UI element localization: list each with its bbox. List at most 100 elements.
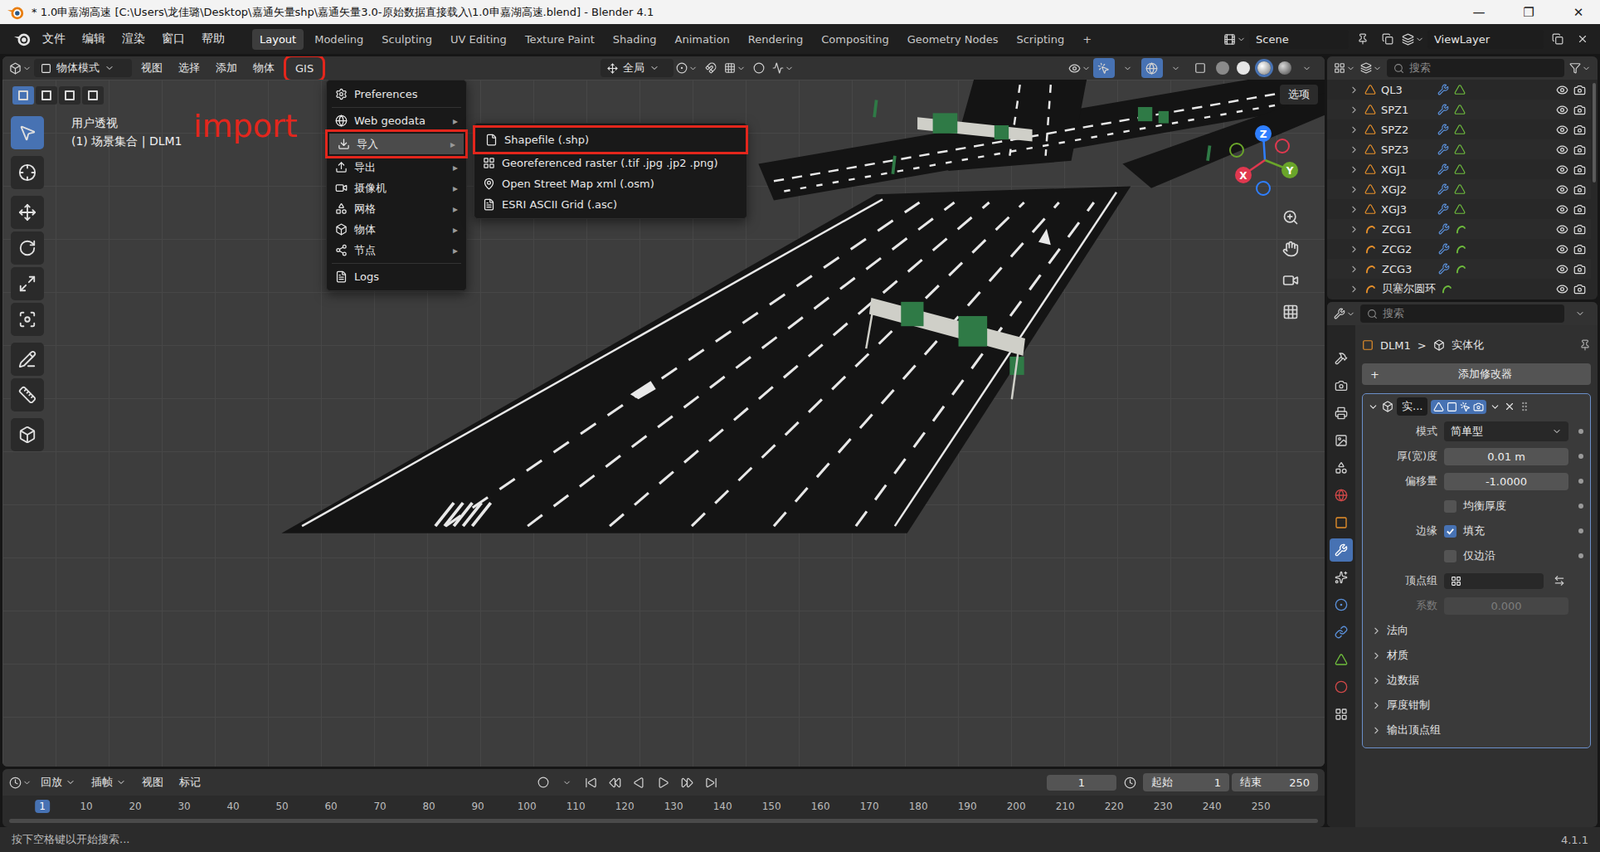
- view-layer-type[interactable]: [1401, 29, 1425, 49]
- current-frame-field[interactable]: 1: [1046, 774, 1117, 791]
- properties-tab[interactable]: [1329, 620, 1353, 644]
- viewport-menu[interactable]: 添加: [209, 58, 244, 78]
- properties-tab[interactable]: [1329, 346, 1353, 370]
- scene-field[interactable]: Scene: [1249, 29, 1349, 49]
- properties-tab[interactable]: [1329, 593, 1353, 617]
- material-shading[interactable]: [1257, 61, 1271, 75]
- copy-button[interactable]: [1546, 29, 1569, 49]
- menu-item[interactable]: 渲染: [114, 28, 153, 50]
- outliner-search[interactable]: 搜索: [1386, 58, 1565, 78]
- number-field[interactable]: 0.01 m: [1444, 447, 1569, 466]
- outliner-row[interactable]: XGJ3: [1327, 199, 1591, 219]
- overlay-options[interactable]: [1165, 58, 1187, 78]
- snap-target[interactable]: [724, 58, 746, 78]
- properties-tab[interactable]: [1329, 702, 1353, 726]
- gis-menu-item[interactable]: Logs: [326, 266, 467, 287]
- properties-tab[interactable]: [1329, 483, 1353, 507]
- solid-shading[interactable]: [1236, 61, 1250, 75]
- vertex-group-field[interactable]: [1444, 573, 1544, 589]
- filter-button[interactable]: [1569, 58, 1591, 78]
- import-menu-item[interactable]: Shapefile (.shp): [476, 129, 745, 151]
- editor-type[interactable]: [1333, 303, 1356, 324]
- xray-toggle[interactable]: [1189, 58, 1211, 78]
- window-control[interactable]: —: [1457, 0, 1501, 25]
- workspace-tab[interactable]: Sculpting: [374, 29, 440, 50]
- workspace-tab[interactable]: Animation: [667, 29, 738, 50]
- editor-type[interactable]: [1333, 58, 1356, 78]
- properties-tab[interactable]: [1329, 647, 1353, 672]
- checkbox[interactable]: 仅边沿: [1444, 548, 1569, 564]
- workspace-tab[interactable]: Modeling: [306, 29, 371, 50]
- gis-menu-item[interactable]: 导出▸: [326, 156, 467, 178]
- outliner-row[interactable]: 贝塞尔圆环: [1327, 278, 1591, 299]
- tool-button[interactable]: [10, 267, 44, 301]
- end-frame-field[interactable]: 结束250: [1231, 773, 1318, 792]
- start-frame-field[interactable]: 起始1: [1142, 773, 1230, 792]
- tool-button[interactable]: [10, 378, 44, 412]
- workspace-tab[interactable]: Texture Paint: [517, 29, 603, 50]
- timeline-scrollbar[interactable]: [9, 818, 1318, 823]
- window-control[interactable]: ✕: [1556, 0, 1600, 25]
- import-menu-item[interactable]: ESRI ASCII Grid (.asc): [474, 194, 747, 215]
- checkbox[interactable]: 填充: [1444, 523, 1569, 539]
- properties-tab[interactable]: [1329, 565, 1353, 589]
- select-mode[interactable]: [12, 86, 35, 105]
- gis-menu-item[interactable]: Web geodata▸: [326, 110, 467, 132]
- select-mode[interactable]: [35, 86, 58, 105]
- snap-toggle[interactable]: [700, 58, 722, 78]
- play[interactable]: [652, 772, 675, 793]
- menu-item[interactable]: 帮助: [194, 28, 233, 50]
- properties-tab[interactable]: [1329, 401, 1353, 425]
- collapsed-section[interactable]: 材质: [1362, 642, 1591, 668]
- rendered-shading[interactable]: [1278, 61, 1292, 75]
- keyframe-dot[interactable]: [1578, 478, 1584, 484]
- wireframe-shading[interactable]: [1215, 61, 1230, 75]
- keyframe-dot[interactable]: [1578, 428, 1584, 434]
- workspace-tab[interactable]: Layout: [252, 29, 304, 50]
- auto-key-toggle[interactable]: [532, 772, 555, 793]
- menu-item[interactable]: 编辑: [74, 28, 113, 50]
- viewport-canvas[interactable]: 选项用户透视(1) 场景集合 | DLM1ZYXimportPreference…: [2, 79, 1325, 767]
- properties-tab[interactable]: [1329, 428, 1353, 453]
- outliner-row[interactable]: ZCG2: [1327, 238, 1591, 259]
- navigation-gizmo[interactable]: ZYX: [1219, 116, 1311, 209]
- invert-button[interactable]: [1550, 571, 1569, 590]
- outliner-row[interactable]: XGJ1: [1327, 159, 1591, 180]
- properties-tab[interactable]: [1329, 675, 1353, 699]
- pivot-button[interactable]: [675, 58, 698, 78]
- select-mode[interactable]: [58, 86, 81, 105]
- add-modifier-button[interactable]: +添加修改器: [1361, 363, 1591, 385]
- pin-button[interactable]: [1351, 29, 1374, 49]
- import-menu-item[interactable]: Georeferenced raster (.tif .jpg .jp2 .pn…: [474, 152, 747, 174]
- orientation-dropdown[interactable]: 全局: [600, 58, 674, 78]
- display-mode[interactable]: [1360, 58, 1382, 78]
- outliner-row[interactable]: SPZ3: [1327, 139, 1591, 160]
- select-mode[interactable]: [82, 86, 104, 105]
- outliner-scrollbar[interactable]: [1592, 82, 1596, 183]
- gis-menu-item[interactable]: 导入▸: [329, 133, 464, 155]
- tool-button[interactable]: [10, 116, 44, 150]
- keyframe-dot[interactable]: [1578, 453, 1584, 459]
- frame-ruler[interactable]: 1102030405060708090100110120130140150160…: [2, 795, 1325, 827]
- viewport-menu[interactable]: 视图: [134, 58, 170, 78]
- blender-menu[interactable]: [11, 29, 34, 49]
- gis-menu-item[interactable]: Preferences: [326, 83, 467, 105]
- gis-menu-item[interactable]: 网格▸: [326, 198, 467, 219]
- tool-button[interactable]: [10, 231, 44, 265]
- viewport-menu[interactable]: GIS: [288, 59, 321, 78]
- viewport-menu[interactable]: 物体: [246, 58, 282, 78]
- timeline-menu[interactable]: 标记: [172, 773, 208, 792]
- proportional-toggle[interactable]: [748, 58, 770, 78]
- gizmo-toggle[interactable]: [1093, 58, 1115, 78]
- gis-menu-item[interactable]: 节点▸: [326, 239, 467, 261]
- gis-menu-item[interactable]: 摄像机▸: [326, 177, 467, 199]
- checkbox[interactable]: 均衡厚度: [1444, 498, 1569, 514]
- viewport-menu[interactable]: 选择: [171, 58, 207, 78]
- scene-type[interactable]: [1223, 29, 1246, 49]
- timeline-menu[interactable]: 回放: [34, 773, 83, 792]
- gis-menu-item[interactable]: 物体▸: [326, 218, 467, 240]
- add-workspace[interactable]: +: [1074, 29, 1100, 50]
- outliner-row[interactable]: SPZ1: [1327, 99, 1591, 120]
- ortho-button[interactable]: [1277, 298, 1304, 326]
- tool-button[interactable]: [10, 342, 44, 376]
